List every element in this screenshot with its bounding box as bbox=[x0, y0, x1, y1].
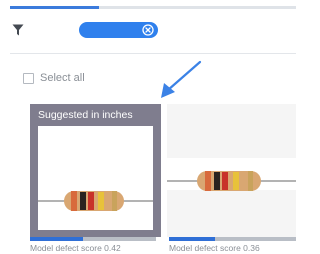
filter-chip[interactable] bbox=[79, 22, 158, 38]
defect-score-text: Model defect score 0.42 bbox=[30, 243, 121, 253]
score-bar bbox=[169, 237, 296, 241]
select-all-label: Select all bbox=[40, 72, 85, 84]
resistor-image bbox=[38, 126, 153, 230]
resistor-graphic bbox=[167, 171, 296, 191]
select-all-checkbox[interactable] bbox=[23, 72, 34, 84]
filter-funnel-icon[interactable] bbox=[12, 24, 24, 36]
score-bar bbox=[30, 237, 156, 241]
labeling-panel: Select all Suggested in inches Model def… bbox=[0, 0, 296, 254]
pointer-arrow-icon bbox=[161, 60, 202, 98]
card-title: Suggested in inches bbox=[38, 109, 133, 121]
score-bar-fill bbox=[169, 237, 215, 241]
progress-bar-fill bbox=[10, 6, 99, 9]
image-card-selected[interactable]: Suggested in inches bbox=[30, 104, 161, 237]
progress-bar bbox=[10, 6, 296, 9]
close-circle-icon[interactable] bbox=[142, 24, 154, 36]
filter-row bbox=[0, 10, 296, 53]
resistor-graphic bbox=[38, 191, 153, 211]
divider bbox=[10, 53, 296, 54]
select-all-control[interactable]: Select all bbox=[23, 71, 85, 85]
score-bar-fill bbox=[30, 237, 83, 241]
defect-score-text: Model defect score 0.36 bbox=[169, 243, 260, 253]
image-card[interactable] bbox=[167, 104, 296, 237]
